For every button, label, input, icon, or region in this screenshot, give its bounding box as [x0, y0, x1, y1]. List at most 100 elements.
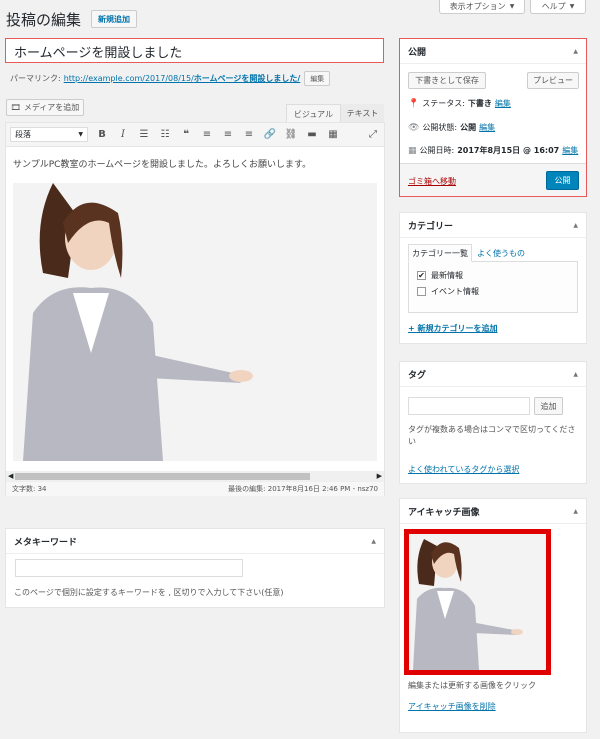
meta-keywords-header[interactable]: メタキーワード ▲: [6, 529, 384, 554]
category-label: イベント情報: [431, 287, 479, 296]
featured-header[interactable]: アイキャッチ画像 ▲: [400, 499, 586, 524]
eye-icon: 👁: [408, 122, 420, 133]
tag-input[interactable]: [408, 397, 530, 415]
category-item[interactable]: ✔ 最新情報: [417, 270, 577, 281]
help-button[interactable]: ヘルプ ▼: [530, 0, 586, 14]
trash-link[interactable]: ゴミ箱へ移動: [408, 176, 456, 187]
blockquote-icon[interactable]: ❝: [179, 128, 193, 142]
preview-button[interactable]: プレビュー: [527, 72, 579, 89]
editor-toolbar: 段落 ▼ B I ☰ ☷ ❝ ≡ ≡ ≡ 🔗 ⛓ ▬ ▦ ⤢: [6, 123, 384, 147]
checkbox-icon[interactable]: [417, 287, 426, 296]
date-value: 2017年8月15日 @ 16:07: [457, 146, 560, 155]
status-label: ステータス:: [422, 99, 465, 108]
post-title-value: ホームページを開設しました: [14, 46, 183, 61]
collapse-icon[interactable]: ▲: [573, 371, 578, 378]
italic-icon[interactable]: I: [116, 128, 130, 142]
help-label: ヘルプ: [541, 2, 566, 11]
status-value: 下書き: [467, 99, 492, 108]
permalink-label: パーマリンク:: [10, 74, 61, 83]
numbered-list-icon[interactable]: ☷: [158, 128, 172, 142]
visibility-row: 👁 公開状態: 公開 編集: [408, 122, 495, 133]
woman-presenting-image: [13, 183, 377, 461]
tab-popular-categories[interactable]: よく使うもの: [477, 248, 525, 259]
tab-all-categories[interactable]: カテゴリー一覧: [408, 244, 472, 262]
tags-title: タグ: [408, 370, 427, 381]
toolbar-toggle-icon[interactable]: ▦: [326, 128, 340, 142]
tags-help: タグが複数ある場合はコンマで区切ってください: [408, 425, 576, 446]
calendar-icon: ▦: [408, 145, 417, 156]
screen-options-button[interactable]: 表示オプション ▼: [439, 0, 525, 14]
featured-title: アイキャッチ画像: [408, 507, 480, 518]
unlink-icon[interactable]: ⛓: [284, 128, 298, 142]
tab-visual[interactable]: ビジュアル: [286, 104, 341, 123]
align-right-icon[interactable]: ≡: [242, 128, 256, 142]
featured-image[interactable]: [404, 529, 551, 675]
date-row: ▦ 公開日時: 2017年8月15日 @ 16:07 編集: [408, 145, 578, 156]
editor-hscrollbar[interactable]: ◀ ▶: [6, 471, 384, 481]
categories-title: カテゴリー: [408, 221, 454, 232]
more-tag-icon[interactable]: ▬: [305, 128, 319, 142]
tab-text[interactable]: テキスト: [341, 104, 384, 123]
permalink-base[interactable]: http://example.com/2017/08/15/: [64, 74, 194, 83]
featured-thumbnail-image: [409, 534, 546, 670]
publish-panel: 公開 ▲ 下書きとして保存 プレビュー 📍 ステータス: 下書き 編集 👁 公開状…: [399, 38, 587, 197]
meta-keywords-input[interactable]: [15, 559, 243, 577]
pin-icon: 📍: [408, 98, 420, 109]
bold-icon[interactable]: B: [95, 128, 109, 142]
bullet-list-icon[interactable]: ☰: [137, 128, 151, 142]
add-media-button[interactable]: 🎞 メディアを追加: [6, 99, 84, 116]
category-label: 最新情報: [431, 271, 463, 280]
choose-tags-link[interactable]: よく使われているタグから選択: [408, 464, 519, 475]
permalink-row: パーマリンク: http://example.com/2017/08/15/ ホ…: [10, 71, 331, 86]
editor-footer: 文字数: 34 最後の編集: 2017年8月16日 2:46 PM - nsz7…: [6, 481, 384, 496]
collapse-icon[interactable]: ▲: [573, 508, 578, 515]
format-select-value: 段落: [15, 130, 31, 139]
status-row: 📍 ステータス: 下書き 編集: [408, 98, 511, 109]
meta-keywords-panel: メタキーワード ▲ このページで個別に設定するキーワードを , 区切りで入力して下…: [5, 528, 385, 608]
publish-header[interactable]: 公開 ▲: [400, 39, 586, 64]
permalink-edit-button[interactable]: 編集: [304, 71, 331, 86]
post-title-input[interactable]: ホームページを開設しました: [5, 38, 384, 63]
publish-button[interactable]: 公開: [546, 171, 579, 190]
tags-header[interactable]: タグ ▲: [400, 362, 586, 387]
publish-title: 公開: [408, 47, 427, 58]
categories-header[interactable]: カテゴリー ▲: [400, 213, 586, 238]
visibility-value: 公開: [460, 123, 477, 132]
add-tag-button[interactable]: 追加: [534, 397, 563, 415]
status-edit-link[interactable]: 編集: [495, 98, 511, 109]
date-edit-link[interactable]: 編集: [562, 145, 578, 156]
page-title: 投稿の編集: [6, 11, 82, 29]
featured-help: 編集または更新する画像をクリック: [408, 681, 536, 690]
categories-list: ✔ 最新情報 イベント情報: [408, 261, 578, 313]
featured-image-panel: アイキャッチ画像 ▲ 編集または更新する画像をクリック アイキャッチ画像を削除: [399, 498, 587, 733]
content-image[interactable]: [13, 183, 377, 461]
add-category-link[interactable]: + 新規カテゴリーを追加: [408, 323, 498, 334]
last-edit-info: 最後の編集: 2017年8月16日 2:46 PM - nsz70: [228, 485, 378, 493]
scroll-thumb[interactable]: [15, 472, 311, 480]
save-draft-button[interactable]: 下書きとして保存: [408, 72, 486, 89]
align-center-icon[interactable]: ≡: [221, 128, 235, 142]
categories-panel: カテゴリー ▲ カテゴリー一覧 よく使うもの ✔ 最新情報 イベント情報 + 新規…: [399, 212, 587, 344]
align-left-icon[interactable]: ≡: [200, 128, 214, 142]
new-post-button[interactable]: 新規追加: [91, 10, 137, 28]
link-icon[interactable]: 🔗: [263, 128, 277, 142]
word-count: 文字数: 34: [12, 485, 47, 493]
tags-panel: タグ ▲ 追加 タグが複数ある場合はコンマで区切ってください よく使われているタグ…: [399, 361, 587, 484]
add-media-label: メディアを追加: [23, 103, 80, 112]
date-label: 公開日時:: [419, 146, 455, 155]
remove-featured-link[interactable]: アイキャッチ画像を削除: [408, 701, 496, 712]
checkbox-checked-icon[interactable]: ✔: [417, 271, 426, 280]
screen-options-label: 表示オプション: [449, 2, 506, 11]
category-item[interactable]: イベント情報: [417, 286, 577, 297]
visibility-label: 公開状態:: [422, 123, 458, 132]
format-select[interactable]: 段落 ▼: [10, 127, 88, 142]
permalink-slug[interactable]: ホームページを開設しました/: [194, 73, 301, 84]
visibility-edit-link[interactable]: 編集: [479, 122, 495, 133]
fullscreen-icon[interactable]: ⤢: [366, 128, 380, 142]
editor-content-text[interactable]: サンプルPC教室のホームページを開設しました。よろしくお願いします。: [6, 147, 384, 182]
media-icon: 🎞: [10, 103, 21, 112]
collapse-icon[interactable]: ▲: [573, 48, 578, 55]
meta-keywords-title: メタキーワード: [14, 537, 78, 548]
collapse-icon[interactable]: ▲: [573, 222, 578, 229]
collapse-icon[interactable]: ▲: [371, 538, 376, 545]
